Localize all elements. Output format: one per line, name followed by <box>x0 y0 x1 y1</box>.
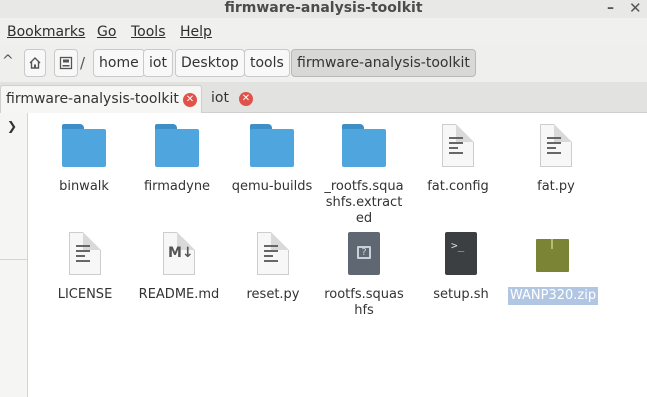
close-window-button[interactable]: ✕ <box>629 0 642 16</box>
file-name: firmadyne <box>143 179 211 194</box>
breadcrumb-tools[interactable]: tools <box>244 49 290 77</box>
folder-icon <box>154 124 200 168</box>
menu-go[interactable]: Go <box>97 24 116 40</box>
file-item-firmadyne[interactable]: firmadyne <box>132 124 222 195</box>
file-item-wanp320-zip[interactable]: WANP320.zip <box>508 232 598 305</box>
file-item-reset-py[interactable]: reset.py <box>228 232 318 303</box>
sidebar-divider <box>0 259 28 260</box>
markdown-file-icon: M↓ <box>156 232 202 276</box>
file-name: qemu-builds <box>231 179 313 194</box>
file-name: WANP320.zip <box>508 287 598 305</box>
file-name: README.md <box>138 287 220 302</box>
file-item-readme[interactable]: M↓ README.md <box>134 232 224 303</box>
file-view[interactable]: binwalk firmadyne qemu-builds _rootfs.sq… <box>29 113 647 397</box>
close-icon[interactable]: ✕ <box>183 93 197 107</box>
home-icon <box>29 57 41 69</box>
file-name: fat.config <box>427 179 489 194</box>
file-name: rootfs.squashfs <box>324 287 404 318</box>
breadcrumb-firmware-analysis-toolkit[interactable]: firmware-analysis-toolkit <box>291 49 476 77</box>
breadcrumb-iot[interactable]: iot <box>143 49 173 77</box>
file-item-fat-py[interactable]: fat.py <box>511 124 601 195</box>
folder-icon <box>249 124 295 168</box>
file-name: reset.py <box>246 287 300 302</box>
text-file-icon <box>435 124 481 168</box>
file-item-rootfs-extracted[interactable]: _rootfs.squashfs.extracted <box>319 124 409 227</box>
file-name: fat.py <box>537 179 575 194</box>
sidebar: ❯ <box>0 113 28 397</box>
menu-help[interactable]: Help <box>180 24 212 40</box>
file-item-fat-config[interactable]: fat.config <box>413 124 503 195</box>
file-name: LICENSE <box>57 287 113 302</box>
window-titlebar: firmware-analysis-toolkit – ✕ <box>0 0 647 18</box>
file-name: binwalk <box>59 179 109 194</box>
folder-icon <box>61 124 107 168</box>
tab-label: firmware-analysis-toolkit <box>6 91 179 107</box>
file-item-rootfs-squashfs[interactable]: ? rootfs.squashfs <box>319 232 409 319</box>
file-item-qemu-builds[interactable]: qemu-builds <box>227 124 317 195</box>
close-icon[interactable]: ✕ <box>239 92 253 106</box>
package-file-icon: ? <box>341 232 387 276</box>
breadcrumb-desktop[interactable]: Desktop <box>175 49 245 77</box>
filesystem-root-button[interactable] <box>54 49 78 77</box>
menu-help-label: Help <box>180 24 212 40</box>
zip-archive-icon <box>530 232 576 276</box>
menu-tools[interactable]: Tools <box>131 24 166 40</box>
window-title: firmware-analysis-toolkit <box>224 0 423 16</box>
file-item-binwalk[interactable]: binwalk <box>39 124 129 195</box>
file-item-license[interactable]: LICENSE <box>40 232 130 303</box>
minimize-button[interactable]: – <box>607 0 614 16</box>
menu-bar: Bookmarks Go Tools Help <box>0 18 647 45</box>
folder-icon <box>341 124 387 168</box>
breadcrumb-home[interactable]: home <box>93 49 145 77</box>
chevron-up-icon[interactable]: ^ <box>2 53 14 69</box>
text-file-icon <box>250 232 296 276</box>
text-file-icon <box>533 124 579 168</box>
chevron-down-icon[interactable]: ❯ <box>7 119 17 133</box>
shell-script-icon: >_ <box>438 232 484 276</box>
tab-iot[interactable]: iot ✕ <box>206 85 262 113</box>
menu-tools-label: Tools <box>131 24 166 40</box>
file-name: _rootfs.squashfs.extracted <box>324 179 404 226</box>
file-name: setup.sh <box>433 287 489 302</box>
text-file-icon <box>62 232 108 276</box>
file-item-setup-sh[interactable]: >_ setup.sh <box>416 232 506 303</box>
menu-go-label: Go <box>97 24 117 40</box>
menu-bookmarks[interactable]: Bookmarks <box>7 24 85 40</box>
tab-firmware-analysis-toolkit[interactable]: firmware-analysis-toolkit ✕ <box>0 85 202 113</box>
tab-bar: firmware-analysis-toolkit ✕ iot ✕ <box>0 82 647 113</box>
drive-icon <box>59 56 73 70</box>
home-button[interactable] <box>24 49 46 77</box>
menu-bookmarks-label: Bookmarks <box>7 24 86 40</box>
path-bar: ^ / home iot Desktop tools firmware-anal… <box>0 45 647 82</box>
path-separator: / <box>80 54 86 72</box>
tab-label: iot <box>211 90 229 106</box>
